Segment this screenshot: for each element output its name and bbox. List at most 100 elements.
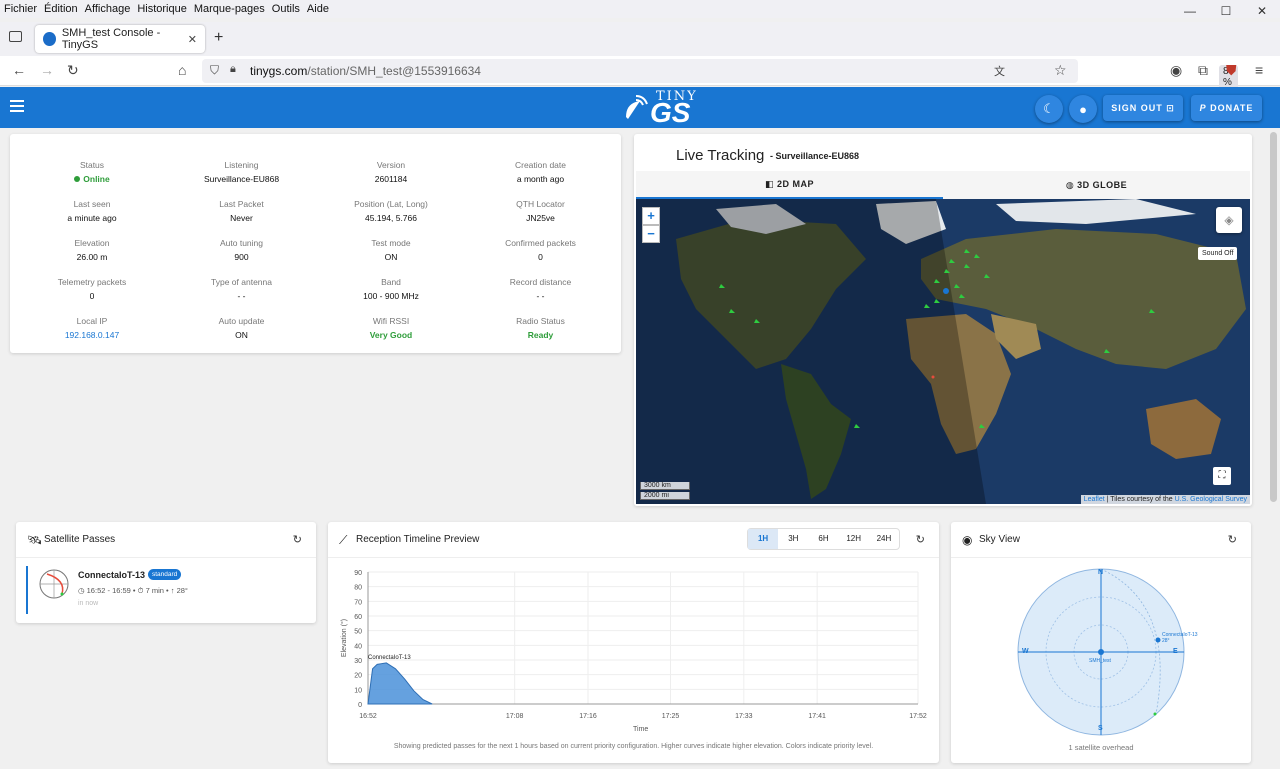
stat-label: Status [79,160,105,170]
stat-label: Auto update [218,316,265,326]
donate-label: DONATE [1210,103,1254,113]
sign-out-button[interactable]: SIGN OUT ⊡ [1103,95,1183,121]
timeline-chart: 0 10 20 30 40 50 60 70 80 90 16:52 17:08 17:16 17:25 1… [340,570,927,733]
stat-auto-update: Auto update ON [162,316,322,340]
stat-value: - - [162,291,322,301]
menu-outils[interactable]: Outils [272,3,300,15]
hamburger-menu-icon[interactable] [10,100,24,112]
url-bar[interactable]: ⛉ 🔒︎ tinygs.com/station/SMH_test@1553916… [202,59,1239,89]
stat-value-text: Surveillance-EU868 [203,174,280,184]
tab-3d-globe[interactable]: ◍ 3D GLOBE [943,171,1250,199]
passes-title: Satellite Passes [44,534,116,545]
app-menu-icon[interactable]: ≡ [1255,62,1263,78]
stat-value-text: 45.194, 5.766 [365,213,417,223]
home-icon[interactable]: ⌂ [178,62,186,78]
tab-list-icon[interactable] [9,31,22,42]
close-window-icon[interactable]: ✕ [1244,0,1280,22]
bookmark-star-icon[interactable]: ☆ [1054,62,1067,79]
stat-value: 26.00 m [12,252,172,262]
minimize-icon[interactable]: — [1172,0,1208,22]
shield-icon[interactable]: ⛉ [210,63,219,78]
pass-duration: 7 min [145,586,164,595]
stat-value-text: 26.00 m [76,252,108,262]
stat-label: Version [376,160,406,170]
stat-label: Confirmed packets [505,238,576,248]
map-attribution: Leaflet | Tiles courtesy of the U.S. Geo… [1080,495,1250,504]
stat-value-text: 0 [538,252,543,262]
stat-last-seen: Last seen a minute ago [12,199,172,223]
scrollbar-thumb[interactable] [1270,132,1277,502]
stat-position-lat-long: Position (Lat, Long) 45.194, 5.766 [311,199,471,223]
page-scrollbar[interactable] [1267,128,1280,769]
x-tick-label: 17:52 [909,713,927,720]
sky-station-label: SMH_test [1089,658,1111,664]
tinygs-logo[interactable]: TINY GS [620,89,700,128]
stat-value: Never [162,213,322,223]
ublock-icon[interactable]: ⛊ [1226,62,1237,79]
y-tick-label: 90 [354,570,362,577]
zoom-out-button[interactable]: − [642,225,660,243]
range-1h[interactable]: 1H [748,529,779,549]
extensions-icon[interactable]: ⧉ [1198,62,1208,79]
back-icon[interactable]: ← [12,62,26,78]
tab-bar: SMH_test Console - TinyGS ✕ + [0,22,1280,56]
lock-icon[interactable]: 🔒︎ [230,63,236,76]
account-icon[interactable]: ◉ [1170,62,1182,79]
zoom-in-button[interactable]: + [642,207,660,225]
stat-band: Band 100 - 900 MHz [311,277,471,301]
translate-icon[interactable]: 文 [994,63,1005,79]
range-3h[interactable]: 3H [778,529,808,549]
stat-label: Auto tuning [219,238,263,248]
dark-mode-toggle[interactable]: ☾ [1035,95,1063,123]
sound-off-button[interactable]: Sound Off [1198,247,1238,260]
range-6h[interactable]: 6H [808,529,838,549]
stat-label: Telemetry packets [57,277,127,287]
menu-historique[interactable]: Historique [137,3,187,15]
tab-2d-map[interactable]: ◧ 2D MAP [636,171,943,199]
menu-fichier[interactable]: Fichier [4,3,37,15]
timeline-title: Reception Timeline Preview [356,534,480,545]
leaflet-link[interactable]: Leaflet [1084,496,1105,503]
menu-marque-pages[interactable]: Marque-pages [194,3,265,15]
donate-button[interactable]: P DONATE [1191,95,1262,121]
menu-aide[interactable]: Aide [307,3,329,15]
profile-button[interactable]: ● [1069,95,1097,123]
range-12h[interactable]: 12H [839,529,869,549]
stat-value: a month ago [461,174,621,184]
refresh-sky-icon[interactable]: ↻ [1228,533,1237,546]
range-24h[interactable]: 24H [869,529,899,549]
close-tab-icon[interactable]: ✕ [188,33,197,46]
sky-view-card: ◉ Sky View ↻ N S E W SMH_test ConnectaIo… [951,522,1251,763]
refresh-timeline-icon[interactable]: ↻ [916,533,925,546]
stat-status: Status Online [12,160,172,184]
stat-last-packet: Last Packet Never [162,199,322,223]
menu-affichage[interactable]: Affichage [85,3,131,15]
pass-time: 16:52 - 16:59 [86,586,131,595]
user-icon: ● [1079,101,1087,117]
live-tracking-title: Live Tracking [676,147,765,164]
maximize-icon[interactable]: ☐ [1208,0,1244,22]
stat-label: Listening [224,160,259,170]
stat-value-text: 900 [234,252,249,262]
fullscreen-button[interactable]: ⛶ [1213,467,1231,485]
forward-icon[interactable]: → [40,62,54,78]
sky-polar-plot [1017,568,1185,736]
browser-tab[interactable]: SMH_test Console - TinyGS ✕ [35,25,205,53]
globe-icon: ◍ [1065,179,1078,190]
layers-button[interactable]: ◈ [1216,207,1242,233]
x-tick-label: 16:52 [359,713,377,720]
logout-icon: ⊡ [1166,102,1175,113]
pass-item[interactable]: ConnectaIoT-13 standard ◷ 16:52 - 16:59 … [26,566,306,614]
stat-local-ip: Local IP 192.168.0.147 [12,316,172,340]
new-tab-icon[interactable]: + [214,29,223,47]
reload-icon[interactable]: ↻ [67,62,79,79]
menu-edition[interactable]: Édition [44,3,78,15]
refresh-passes-icon[interactable]: ↻ [293,533,302,546]
usgs-link[interactable]: U.S. Geological Survey [1175,496,1247,503]
stat-label: Band [381,277,401,287]
stat-type-of-antenna: Type of antenna - - [162,277,322,301]
pass-area-connectaiot-13[interactable] [367,662,433,705]
stat-label: Elevation [74,238,110,248]
stat-label: Last seen [73,199,111,209]
world-map[interactable]: + − ◈ Sound Off 3000 km 2000 mi ⛶ Leafle… [636,199,1250,504]
